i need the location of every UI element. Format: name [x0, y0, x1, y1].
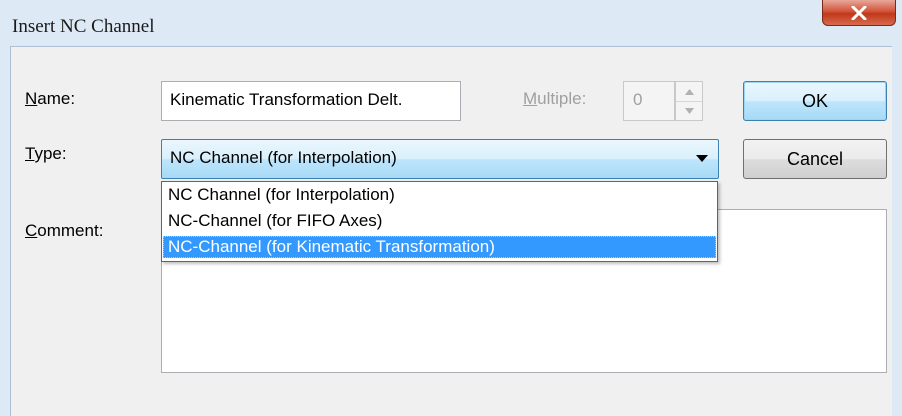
type-option-kinematic-transformation[interactable]: NC-Channel (for Kinematic Transformation… — [163, 236, 716, 258]
name-input-value: Kinematic Transformation Delt. — [170, 90, 403, 109]
type-dropdown-list: NC Channel (for Interpolation) NC-Channe… — [161, 181, 718, 262]
close-icon — [851, 5, 867, 20]
name-input[interactable]: Kinematic Transformation Delt. — [161, 81, 461, 121]
window-title: Insert NC Channel — [12, 16, 155, 37]
comment-label: Comment: — [25, 221, 104, 240]
name-label: Name: — [25, 89, 76, 108]
type-combobox[interactable]: NC Channel (for Interpolation) — [161, 139, 719, 179]
close-button[interactable] — [822, 0, 896, 26]
multiple-spinner[interactable] — [675, 81, 703, 121]
ok-button[interactable]: OK — [743, 81, 887, 121]
spin-down-button[interactable] — [676, 101, 702, 120]
type-label: Type: — [25, 144, 67, 163]
dialog-window: Insert NC Channel Name: Kinematic Transf… — [0, 0, 902, 416]
type-combobox-value: NC Channel (for Interpolation) — [170, 148, 397, 167]
cancel-button[interactable]: Cancel — [743, 139, 887, 179]
triangle-up-icon — [684, 88, 694, 95]
multiple-label: Multiple: — [523, 89, 587, 108]
type-option-interpolation[interactable]: NC Channel (for Interpolation) — [163, 184, 716, 206]
type-option-fifo-axes[interactable]: NC-Channel (for FIFO Axes) — [163, 210, 716, 232]
multiple-input-value: 0 — [633, 90, 643, 109]
dialog-client-area: Name: Kinematic Transformation Delt. Mul… — [10, 46, 892, 416]
triangle-down-icon — [684, 107, 694, 114]
title-bar[interactable]: Insert NC Channel — [0, 0, 902, 46]
multiple-input[interactable]: 0 — [623, 81, 675, 121]
spin-up-button[interactable] — [676, 82, 702, 102]
chevron-down-icon — [696, 155, 708, 162]
